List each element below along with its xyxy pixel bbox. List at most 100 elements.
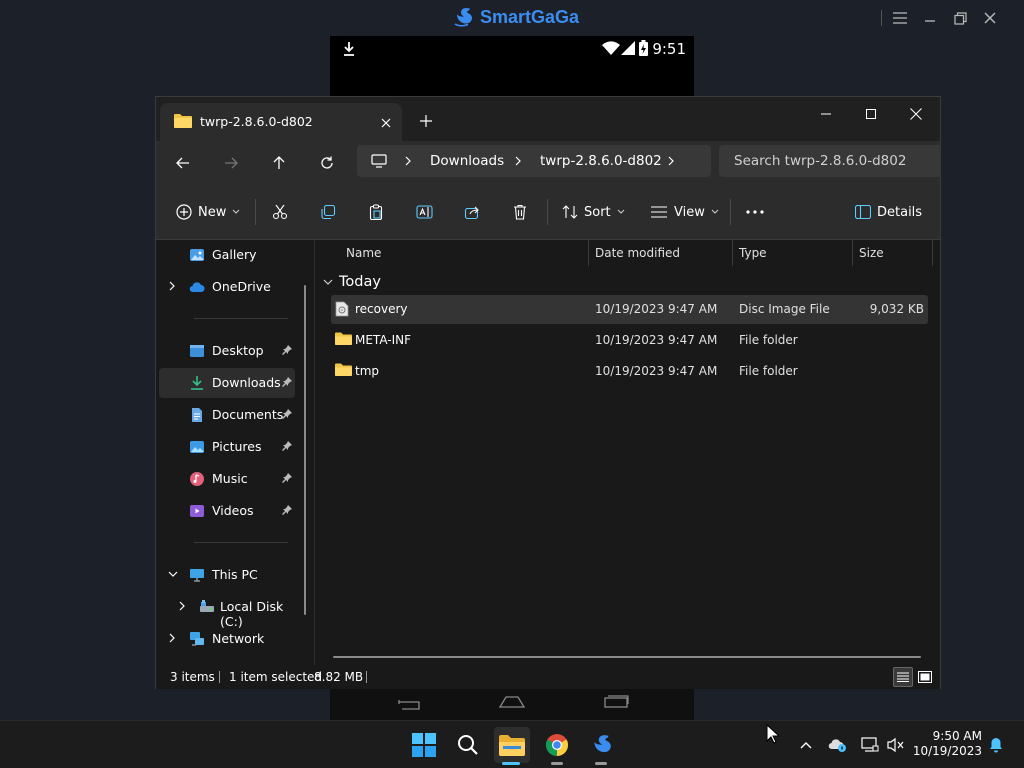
sidebar-item-gallery[interactable]: Gallery	[159, 240, 295, 270]
sidebar-item-documents[interactable]: Documents	[159, 400, 295, 430]
details-pane-button[interactable]: Details	[855, 197, 922, 227]
swan-logo-icon	[594, 735, 611, 753]
android-screen[interactable]: 9:51	[330, 36, 694, 96]
sidebar-item-music[interactable]: Music	[159, 464, 295, 494]
sidebar-scrollbar[interactable]	[304, 285, 306, 615]
sidebar-item-pictures[interactable]: Pictures	[159, 432, 295, 462]
horizontal-scrollbar[interactable]	[333, 656, 921, 658]
arrow-left-icon	[176, 157, 189, 169]
details-view-button[interactable]	[893, 667, 913, 687]
arrow-up-icon	[273, 156, 285, 169]
more-options-button[interactable]	[746, 197, 764, 227]
address-bar-row: Downloads twrp-2.8.6.0-d802 Search twrp-…	[156, 141, 941, 185]
tab-current-folder[interactable]: twrp-2.8.6.0-d802	[160, 103, 402, 141]
swan-logo-icon	[454, 8, 472, 27]
emulator-minimize-button[interactable]	[920, 8, 940, 28]
forward-button[interactable]	[215, 148, 247, 178]
pin-icon	[282, 441, 292, 451]
sidebar-item-desktop[interactable]: Desktop	[159, 336, 295, 366]
sidebar-item-label: Videos	[212, 503, 254, 518]
chevron-right-icon	[169, 281, 175, 291]
file-type: File folder	[739, 333, 798, 347]
emulator-close-button[interactable]	[980, 8, 1000, 28]
window-close-button[interactable]	[894, 99, 938, 129]
chevron-down-icon	[617, 209, 625, 214]
back-button[interactable]	[167, 148, 199, 178]
file-date: 10/19/2023 9:47 AM	[595, 302, 718, 316]
chevron-right-icon	[179, 601, 185, 611]
onedrive-tray-button[interactable]	[828, 735, 848, 755]
chrome-icon	[546, 734, 568, 756]
sort-button[interactable]: Sort	[562, 197, 625, 227]
paste-button[interactable]	[368, 197, 384, 227]
plus-icon	[420, 115, 432, 127]
breadcrumb-downloads[interactable]: Downloads	[430, 153, 504, 169]
up-button[interactable]	[263, 148, 295, 178]
plus-circle-icon	[176, 204, 192, 220]
android-back-button[interactable]	[396, 696, 422, 710]
sidebar-item-network[interactable]: Network	[159, 624, 295, 654]
show-hidden-icons-button[interactable]	[796, 735, 816, 755]
refresh-button[interactable]	[311, 148, 343, 178]
group-label: Today	[339, 274, 381, 290]
sidebar-item-onedrive[interactable]: OneDrive	[159, 272, 295, 302]
details-button-label: Details	[877, 204, 923, 220]
active-app-indicator	[502, 762, 520, 765]
search-input[interactable]: Search twrp-2.8.6.0-d802	[719, 145, 941, 177]
delete-button[interactable]	[512, 197, 528, 227]
copy-button[interactable]	[320, 197, 336, 227]
sidebar-item-local-disk[interactable]: Local Disk (C:)	[159, 592, 301, 629]
command-separator	[547, 199, 548, 225]
taskbar-chrome[interactable]	[539, 727, 575, 765]
back-arrow-icon	[398, 700, 420, 710]
android-home-button[interactable]	[498, 694, 526, 710]
taskbar-search-button[interactable]	[450, 727, 486, 763]
column-header-date-modified[interactable]: Date modified	[589, 240, 733, 266]
notifications-button[interactable]	[986, 735, 1006, 755]
start-button[interactable]	[406, 727, 442, 763]
file-name: tmp	[355, 364, 380, 378]
window-minimize-button[interactable]	[804, 99, 848, 129]
breadcrumb-current-folder[interactable]: twrp-2.8.6.0-d802	[540, 153, 662, 169]
emulator-restore-button[interactable]	[950, 8, 970, 28]
sidebar-item-downloads[interactable]: Downloads	[159, 368, 295, 398]
group-header-today[interactable]: Today	[323, 274, 381, 290]
windows-logo-icon	[412, 733, 436, 757]
battery-charging-icon	[639, 40, 648, 56]
rename-button[interactable]	[416, 197, 434, 227]
network-icon	[190, 632, 204, 646]
sidebar-item-videos[interactable]: Videos	[159, 496, 295, 526]
address-field[interactable]: Downloads twrp-2.8.6.0-d802	[357, 145, 711, 177]
table-row[interactable]: recovery 10/19/2023 9:47 AM Disc Image F…	[331, 295, 928, 324]
pictures-icon	[190, 441, 204, 453]
taskbar-clock[interactable]: 9:50 AM 10/19/2023	[912, 729, 982, 759]
table-row[interactable]: META-INF 10/19/2023 9:47 AM File folder	[331, 326, 928, 355]
list-view-icon	[651, 206, 667, 218]
pin-icon	[282, 345, 292, 355]
taskbar-smartgaga[interactable]	[583, 727, 619, 765]
sidebar-item-this-pc[interactable]: This PC	[159, 560, 295, 590]
view-button[interactable]: View	[650, 197, 719, 227]
column-header-name[interactable]: Name	[340, 240, 589, 266]
column-header-size[interactable]: Size	[853, 240, 933, 266]
chevron-right-icon	[515, 156, 521, 166]
column-header-type[interactable]: Type	[733, 240, 853, 266]
network-tray-button[interactable]	[860, 735, 880, 755]
pin-icon	[282, 505, 292, 515]
android-recents-button[interactable]	[602, 694, 630, 710]
chevron-down-icon	[711, 209, 719, 214]
tab-bar: twrp-2.8.6.0-d802	[156, 97, 940, 141]
taskbar-file-explorer[interactable]	[494, 727, 530, 765]
gallery-icon	[190, 249, 204, 261]
share-button[interactable]	[464, 197, 480, 227]
new-button[interactable]: New	[176, 197, 240, 227]
tab-close-button[interactable]	[374, 111, 398, 135]
emulator-menu-button[interactable]	[890, 8, 910, 28]
cut-button[interactable]	[272, 197, 288, 227]
new-tab-button[interactable]	[414, 109, 438, 133]
table-row[interactable]: tmp 10/19/2023 9:47 AM File folder	[331, 357, 928, 386]
sidebar-divider	[194, 542, 288, 543]
window-maximize-button[interactable]	[849, 99, 893, 129]
volume-tray-button[interactable]	[886, 735, 906, 755]
tiles-view-button[interactable]	[915, 667, 935, 687]
